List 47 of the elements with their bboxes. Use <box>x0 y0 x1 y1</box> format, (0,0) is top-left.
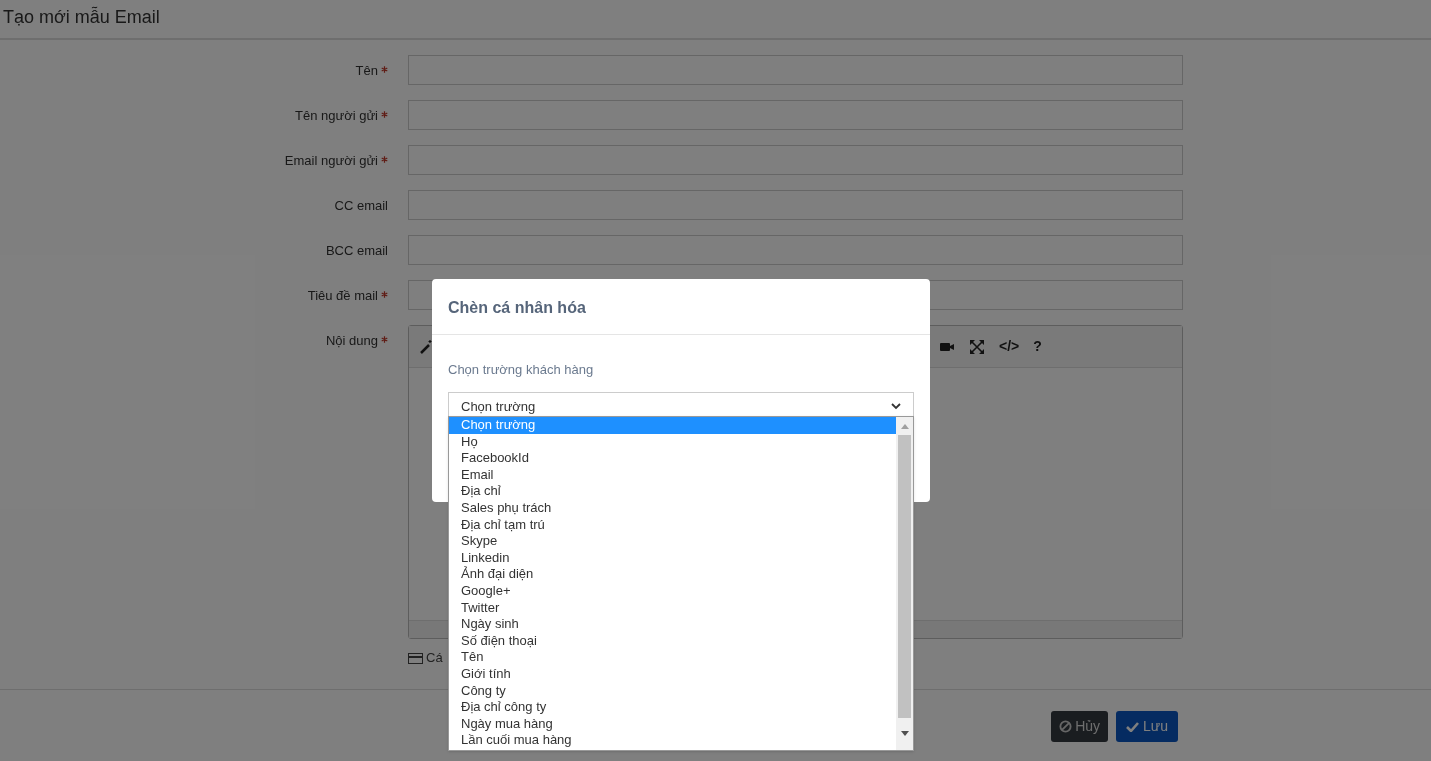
dropdown-option[interactable]: Google+ <box>449 582 896 600</box>
field-label: Nội dung <box>325 332 378 350</box>
toolbar-button[interactable]: </> <box>999 336 1020 357</box>
scroll-up-icon[interactable] <box>900 424 909 429</box>
dropdown-option[interactable]: Số điện thoại <box>449 632 896 650</box>
dropdown-option[interactable]: Công ty <box>449 682 896 700</box>
dropdown-option[interactable]: Ngày sinh <box>449 616 896 633</box>
field-label: Chọn trường khách hàng <box>448 361 595 379</box>
field-label: Tiêu đề mail <box>307 287 378 305</box>
text-input[interactable] <box>408 55 1183 85</box>
text-input[interactable] <box>408 235 1183 265</box>
text-input[interactable] <box>408 190 1183 220</box>
field-label: BCC email <box>325 242 388 260</box>
field-label: Tên người gửi <box>294 107 378 125</box>
dropdown-option[interactable]: Skype <box>449 533 896 550</box>
chevron-down-icon <box>891 403 901 410</box>
dropdown-option[interactable]: Địa chỉ <box>449 483 896 500</box>
field-label: Tên <box>355 62 378 80</box>
text-input[interactable] <box>408 145 1183 175</box>
toolbar-button[interactable]: ? <box>1033 336 1042 357</box>
dropdown-option[interactable]: Email <box>449 466 896 484</box>
card-icon <box>408 652 423 664</box>
dropdown-option[interactable]: Lần cuối mua hàng <box>449 732 896 749</box>
dropdown-option[interactable]: Ngày mua hàng <box>449 715 896 733</box>
scrollbar[interactable] <box>896 417 913 750</box>
checkmark-icon <box>1126 721 1140 732</box>
prohibited-icon <box>1059 720 1073 733</box>
dropdown-option[interactable]: Sales phụ trách <box>449 499 896 517</box>
dropdown-option[interactable]: Tên <box>449 649 896 666</box>
save-button[interactable]: Lưu <box>1116 711 1178 742</box>
dropdown-option[interactable]: FacebookId <box>449 450 896 467</box>
dropdown-option[interactable]: Giới tính <box>449 665 896 683</box>
field-label: CC email <box>334 197 388 215</box>
hint-link[interactable]: Cá <box>426 648 443 668</box>
dropdown-option[interactable]: Địa chỉ tạm trú <box>449 516 896 534</box>
scrollbar-thumb[interactable] <box>898 435 911 718</box>
text-input[interactable] <box>408 100 1183 130</box>
dropdown-option[interactable]: Linkedin <box>449 549 896 567</box>
dropdown-option[interactable]: Ảnh đại diện <box>449 566 896 583</box>
page-title: Tạo mới mẫu Email <box>3 7 160 27</box>
dropdown-option[interactable]: Địa chỉ công ty <box>449 699 896 716</box>
dropdown-option[interactable]: Họ <box>449 433 896 451</box>
modal-title: Chèn cá nhân hóa <box>448 299 586 316</box>
fullscreen-icon[interactable] <box>969 338 985 355</box>
field-label: Email người gửi <box>284 152 378 170</box>
scroll-down-icon[interactable] <box>900 731 909 736</box>
dropdown-option[interactable]: Twitter <box>449 599 896 617</box>
